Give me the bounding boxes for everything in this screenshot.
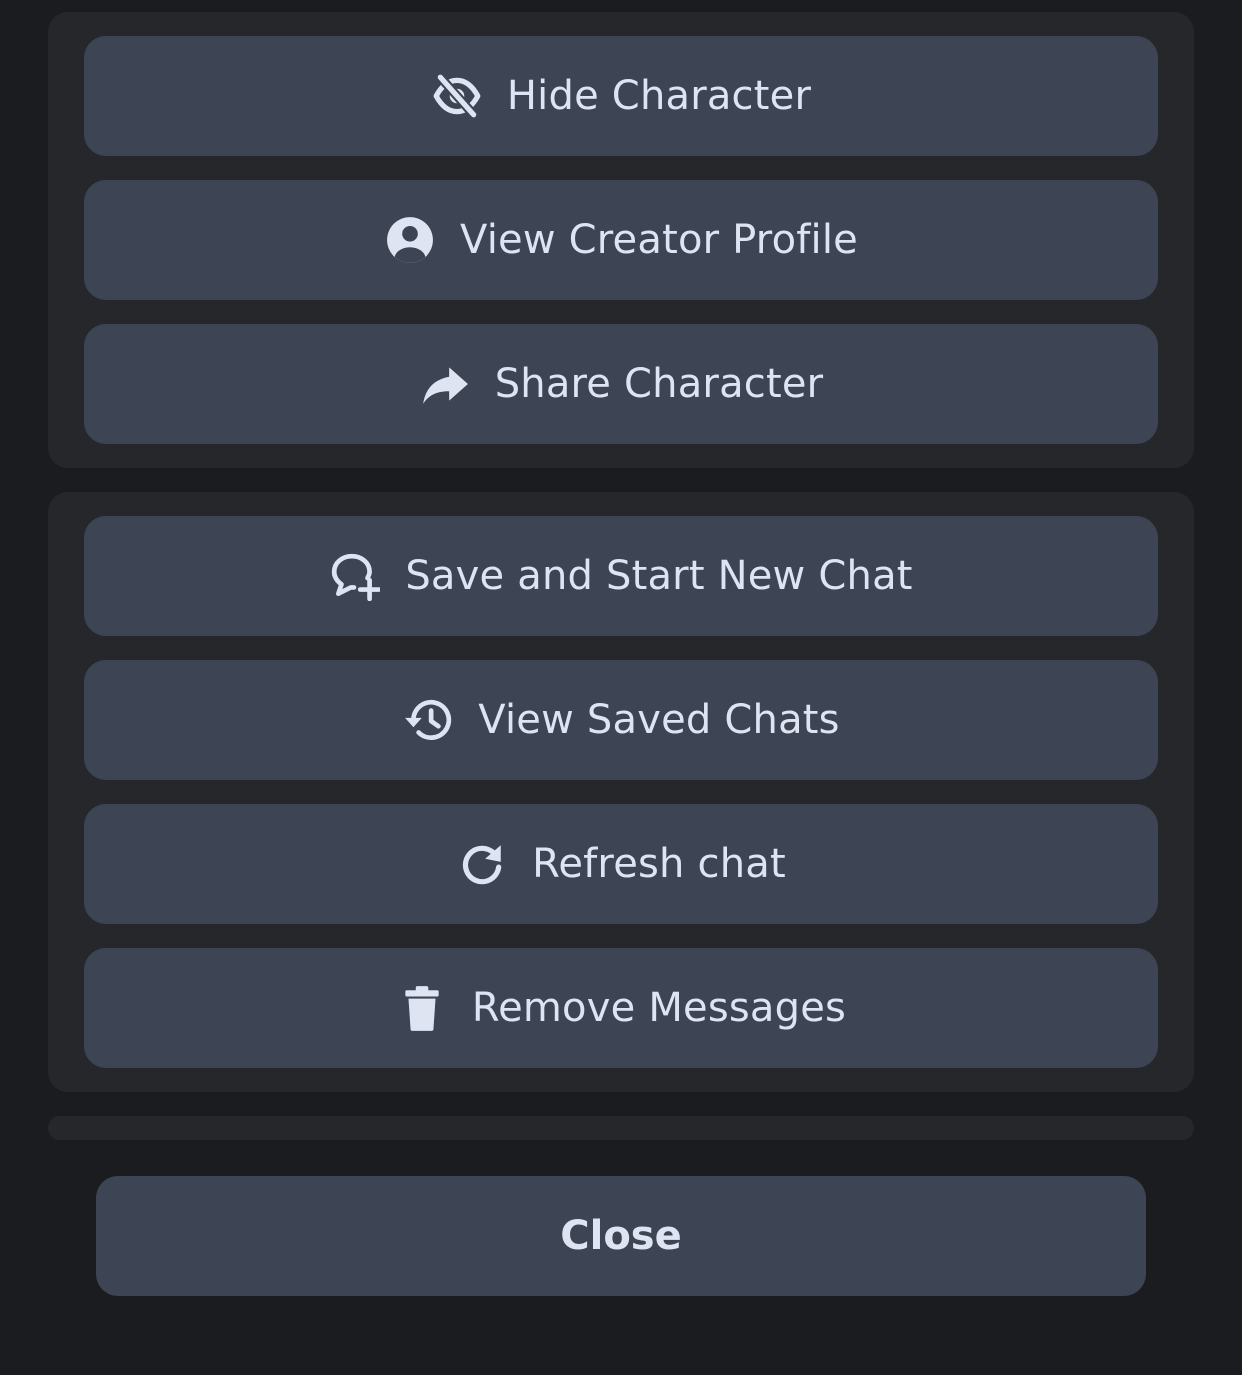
chat-actions-group: Save and Start New Chat View Saved Chats… <box>48 492 1194 1092</box>
share-character-label: Share Character <box>494 361 824 407</box>
share-arrow-icon <box>419 358 471 410</box>
trash-icon <box>396 982 448 1034</box>
close-button[interactable]: Close <box>96 1176 1146 1296</box>
eye-slash-icon <box>431 70 483 122</box>
save-and-start-new-chat-button[interactable]: Save and Start New Chat <box>84 516 1158 636</box>
view-creator-profile-button[interactable]: View Creator Profile <box>84 180 1158 300</box>
action-sheet: Hide Character View Creator Profile Shar… <box>0 0 1242 1375</box>
save-and-start-new-chat-label: Save and Start New Chat <box>405 553 913 599</box>
refresh-chat-label: Refresh chat <box>532 841 786 887</box>
refresh-icon <box>456 838 508 890</box>
history-icon <box>402 694 454 746</box>
chat-plus-icon <box>329 550 381 602</box>
remove-messages-button[interactable]: Remove Messages <box>84 948 1158 1068</box>
view-saved-chats-button[interactable]: View Saved Chats <box>84 660 1158 780</box>
hide-character-label: Hide Character <box>506 73 812 119</box>
character-actions-group: Hide Character View Creator Profile Shar… <box>48 12 1194 468</box>
remove-messages-label: Remove Messages <box>471 985 847 1031</box>
empty-actions-group <box>48 1116 1194 1140</box>
share-character-button[interactable]: Share Character <box>84 324 1158 444</box>
user-circle-icon <box>384 214 436 266</box>
view-creator-profile-label: View Creator Profile <box>460 217 858 263</box>
view-saved-chats-label: View Saved Chats <box>478 697 840 743</box>
hide-character-button[interactable]: Hide Character <box>84 36 1158 156</box>
refresh-chat-button[interactable]: Refresh chat <box>84 804 1158 924</box>
